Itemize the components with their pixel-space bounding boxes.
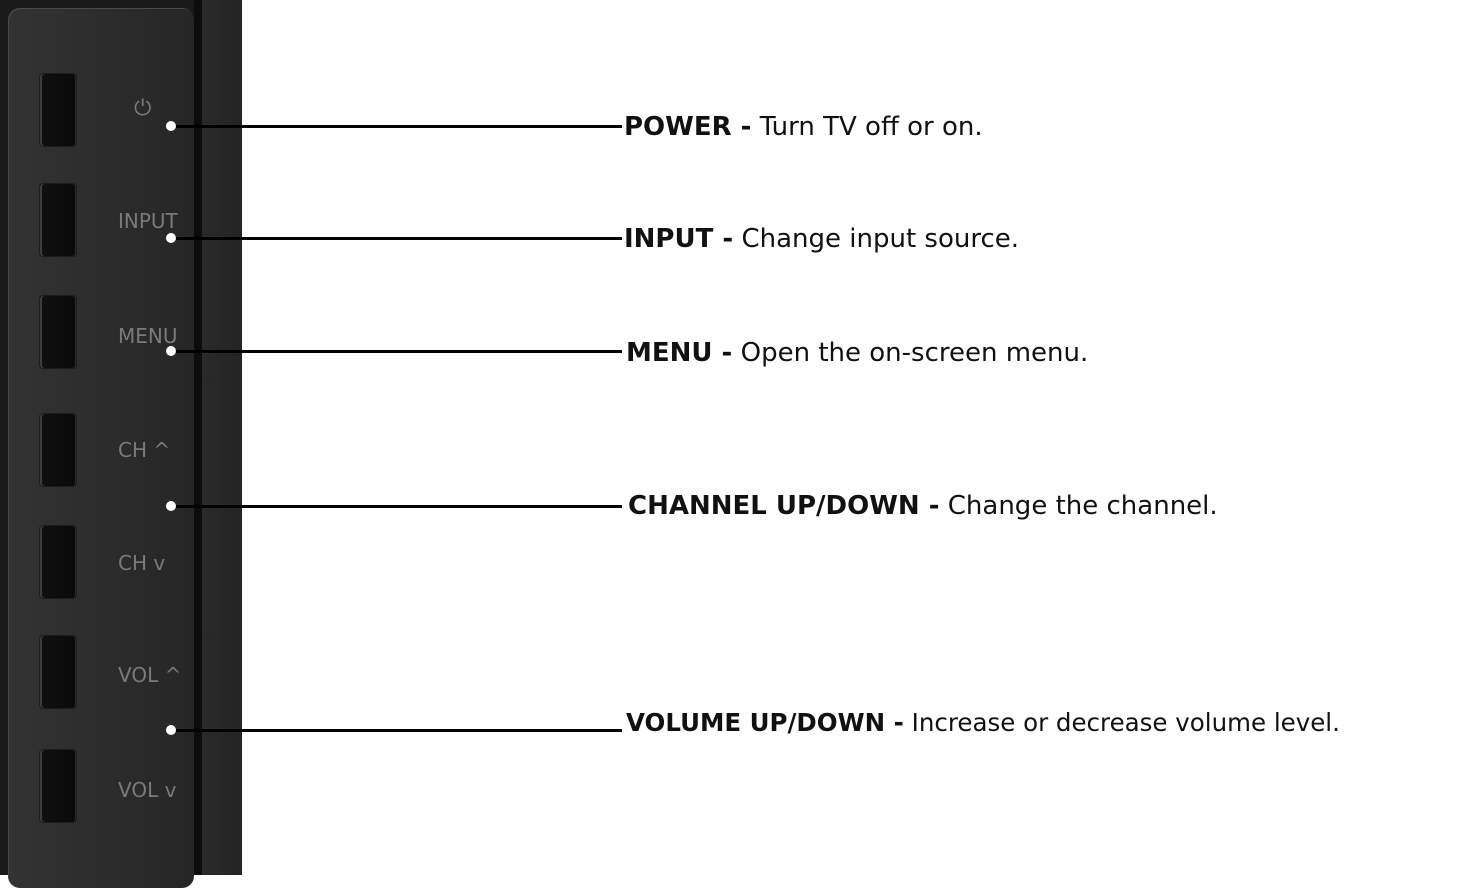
menu-label: MENU [118, 324, 178, 348]
volume-callout-line [172, 729, 622, 732]
channel-text: Change the channel. [939, 491, 1218, 521]
channel-callout-dot [166, 501, 176, 511]
volume-description: VOLUME UP/DOWN - Increase or decrease vo… [626, 708, 1340, 738]
volume-title: VOLUME UP/DOWN - [626, 708, 904, 737]
input-callout-dot [166, 233, 176, 243]
menu-text: Open the on-screen menu. [732, 338, 1089, 368]
power-icon: ⏻ [134, 96, 152, 121]
tv-side-panel: ⏻ INPUT MENU CH ^ CH v VOL ^ VOL v [0, 0, 242, 888]
channel-up-button[interactable] [40, 414, 76, 486]
panel-edge [194, 0, 202, 875]
menu-button[interactable] [40, 296, 76, 368]
menu-description: MENU - Open the on-screen menu. [626, 338, 1088, 368]
volume-up-button[interactable] [40, 636, 76, 708]
channel-callout-line [172, 505, 622, 508]
panel-back [202, 0, 242, 875]
channel-title: CHANNEL UP/DOWN - [628, 491, 940, 521]
menu-title: MENU - [626, 338, 733, 368]
input-button[interactable] [40, 184, 76, 256]
volume-up-label: VOL ^ [118, 663, 182, 687]
menu-callout-dot [166, 346, 176, 356]
power-callout-line [172, 125, 622, 128]
power-button[interactable] [40, 74, 76, 146]
input-text: Change input source. [733, 224, 1020, 254]
channel-down-button[interactable] [40, 526, 76, 598]
volume-text: Increase or decrease volume level. [903, 708, 1340, 737]
power-title: POWER - [624, 112, 752, 142]
input-label: INPUT [118, 209, 178, 233]
volume-down-label: VOL v [118, 778, 177, 802]
input-callout-line [172, 237, 622, 240]
menu-callout-line [172, 350, 622, 353]
input-description: INPUT - Change input source. [624, 224, 1019, 254]
channel-description: CHANNEL UP/DOWN - Change the channel. [628, 491, 1218, 521]
channel-down-label: CH v [118, 551, 166, 575]
volume-callout-dot [166, 725, 176, 735]
power-text: Turn TV off or on. [751, 112, 983, 142]
channel-up-label: CH ^ [118, 438, 171, 462]
input-title: INPUT - [624, 224, 734, 254]
volume-down-button[interactable] [40, 750, 76, 822]
power-description: POWER - Turn TV off or on. [624, 112, 983, 142]
power-callout-dot [166, 121, 176, 131]
